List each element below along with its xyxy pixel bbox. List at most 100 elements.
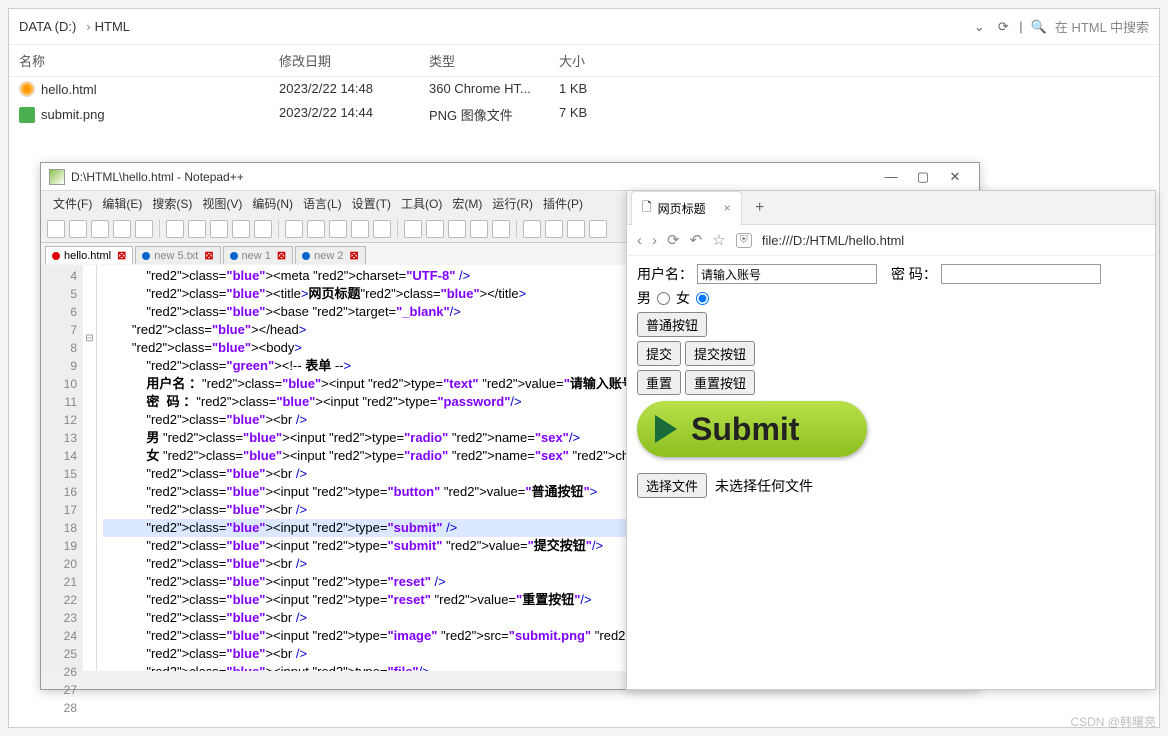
toolbar-icon[interactable]: [470, 220, 488, 238]
chevron-down-icon[interactable]: ⌄: [971, 19, 987, 35]
back-icon[interactable]: ‹: [637, 232, 642, 249]
browser-page: 用户名： 密 码： 男 女 普通按钮 提交 提交按钮 重置 重置按钮 Submi…: [627, 256, 1155, 506]
file-date: 2023/2/22 14:44: [279, 105, 429, 124]
toolbar-icon[interactable]: [232, 220, 250, 238]
radio-male[interactable]: [657, 292, 670, 305]
toolbar-icon[interactable]: [545, 220, 563, 238]
chevron-right-icon: ›: [86, 19, 90, 34]
file-type: PNG 图像文件: [429, 105, 559, 124]
reset2-button[interactable]: 重置按钮: [685, 370, 755, 395]
search-divider: |: [1019, 19, 1022, 34]
toolbar-icon[interactable]: [351, 220, 369, 238]
file-name: hello.html: [41, 82, 97, 97]
reset-button[interactable]: 重置: [637, 370, 681, 395]
editor-tab[interactable]: new 1 ⊠: [223, 246, 294, 264]
file-size: 1 KB: [559, 81, 639, 97]
maximize-button[interactable]: ▢: [907, 167, 939, 187]
toolbar-icon[interactable]: [404, 220, 422, 238]
menu-item[interactable]: 运行(R): [488, 193, 537, 214]
tab-label: new 2: [314, 250, 343, 262]
browser-tab-bar: 🗋 网页标题 × +: [627, 191, 1155, 225]
toolbar-icon[interactable]: [91, 220, 109, 238]
col-type[interactable]: 类型: [429, 51, 559, 70]
toolbar-icon[interactable]: [589, 220, 607, 238]
user-label: 用户名：: [637, 264, 693, 284]
minimize-button[interactable]: —: [875, 167, 907, 187]
menu-item[interactable]: 文件(F): [49, 193, 96, 214]
submit2-button[interactable]: 提交按钮: [685, 341, 755, 366]
tab-status-icon: [230, 252, 238, 260]
close-button[interactable]: ✕: [939, 167, 971, 187]
username-input[interactable]: [697, 264, 877, 284]
editor-tab[interactable]: new 5.txt ⊠: [135, 246, 220, 264]
file-name: submit.png: [41, 107, 105, 122]
image-submit-button[interactable]: Submit: [637, 401, 867, 457]
toolbar-icon[interactable]: [307, 220, 325, 238]
tab-label: new 1: [242, 250, 271, 262]
toolbar-icon[interactable]: [135, 220, 153, 238]
col-date[interactable]: 修改日期: [279, 51, 429, 70]
file-icon: [19, 81, 35, 97]
toolbar-icon[interactable]: [523, 220, 541, 238]
toolbar-icon[interactable]: [492, 220, 510, 238]
arrow-right-icon: [655, 415, 677, 443]
file-row[interactable]: hello.html2023/2/22 14:48360 Chrome HT..…: [9, 77, 1159, 101]
toolbar-icon[interactable]: [448, 220, 466, 238]
toolbar-icon[interactable]: [567, 220, 585, 238]
menu-item[interactable]: 设置(T): [348, 193, 395, 214]
menu-item[interactable]: 搜索(S): [148, 193, 196, 214]
npp-title-text: D:\HTML\hello.html - Notepad++: [71, 170, 244, 184]
breadcrumb-segment[interactable]: DATA (D:): [19, 19, 76, 34]
toolbar-icon[interactable]: [113, 220, 131, 238]
browser-tab[interactable]: 🗋 网页标题 ×: [631, 191, 742, 225]
file-row[interactable]: submit.png2023/2/22 14:44PNG 图像文件7 KB: [9, 101, 1159, 128]
submit-button[interactable]: 提交: [637, 341, 681, 366]
toolbar-icon[interactable]: [69, 220, 87, 238]
tab-label: new 5.txt: [154, 250, 198, 262]
star-icon[interactable]: ☆: [712, 231, 725, 249]
toolbar-icon[interactable]: [329, 220, 347, 238]
close-tab-icon[interactable]: ⊠: [204, 249, 213, 262]
browser-address-bar: ‹ › ⟳ ↶ ☆ ⛨ file:///D:/HTML/hello.html: [627, 225, 1155, 256]
search-icon[interactable]: 🔍: [1031, 19, 1047, 35]
menu-item[interactable]: 视图(V): [198, 193, 246, 214]
undo-icon[interactable]: ↶: [690, 231, 703, 249]
toolbar-icon[interactable]: [166, 220, 184, 238]
menu-item[interactable]: 编辑(E): [98, 193, 146, 214]
female-label: 女: [676, 288, 690, 308]
new-tab-button[interactable]: +: [748, 199, 772, 217]
menu-item[interactable]: 插件(P): [539, 193, 587, 214]
menu-item[interactable]: 编码(N): [248, 193, 297, 214]
forward-icon[interactable]: ›: [652, 232, 657, 249]
reload-icon[interactable]: ⟳: [667, 231, 680, 249]
browser-url[interactable]: file:///D:/HTML/hello.html: [762, 233, 1145, 248]
close-tab-icon[interactable]: ⊠: [349, 249, 358, 262]
toolbar-icon[interactable]: [285, 220, 303, 238]
toolbar-icon[interactable]: [373, 220, 391, 238]
refresh-icon[interactable]: ⟳: [995, 19, 1011, 35]
toolbar-icon[interactable]: [47, 220, 65, 238]
editor-tab[interactable]: new 2 ⊠: [295, 246, 366, 264]
close-tab-icon[interactable]: ⊠: [117, 249, 126, 262]
file-type: 360 Chrome HT...: [429, 81, 559, 97]
search-placeholder[interactable]: 在 HTML 中搜索: [1055, 17, 1149, 36]
editor-tab[interactable]: hello.html⊠: [45, 246, 133, 264]
toolbar-icon[interactable]: [188, 220, 206, 238]
menu-item[interactable]: 宏(M): [448, 193, 486, 214]
radio-female[interactable]: [696, 292, 709, 305]
toolbar-icon[interactable]: [426, 220, 444, 238]
menu-item[interactable]: 工具(O): [397, 193, 446, 214]
tab-status-icon: [52, 252, 60, 260]
col-size[interactable]: 大小: [559, 51, 639, 70]
choose-file-button[interactable]: 选择文件: [637, 473, 707, 498]
menu-item[interactable]: 语言(L): [299, 193, 346, 214]
breadcrumb-segment[interactable]: HTML: [95, 19, 130, 34]
normal-button[interactable]: 普通按钮: [637, 312, 707, 337]
toolbar-icon[interactable]: [210, 220, 228, 238]
password-input[interactable]: [941, 264, 1101, 284]
toolbar-icon[interactable]: [254, 220, 272, 238]
close-tab-icon[interactable]: ×: [724, 201, 731, 215]
watermark: CSDN @韩曙亮: [1070, 713, 1156, 730]
close-tab-icon[interactable]: ⊠: [277, 249, 286, 262]
col-name[interactable]: 名称: [19, 51, 279, 70]
